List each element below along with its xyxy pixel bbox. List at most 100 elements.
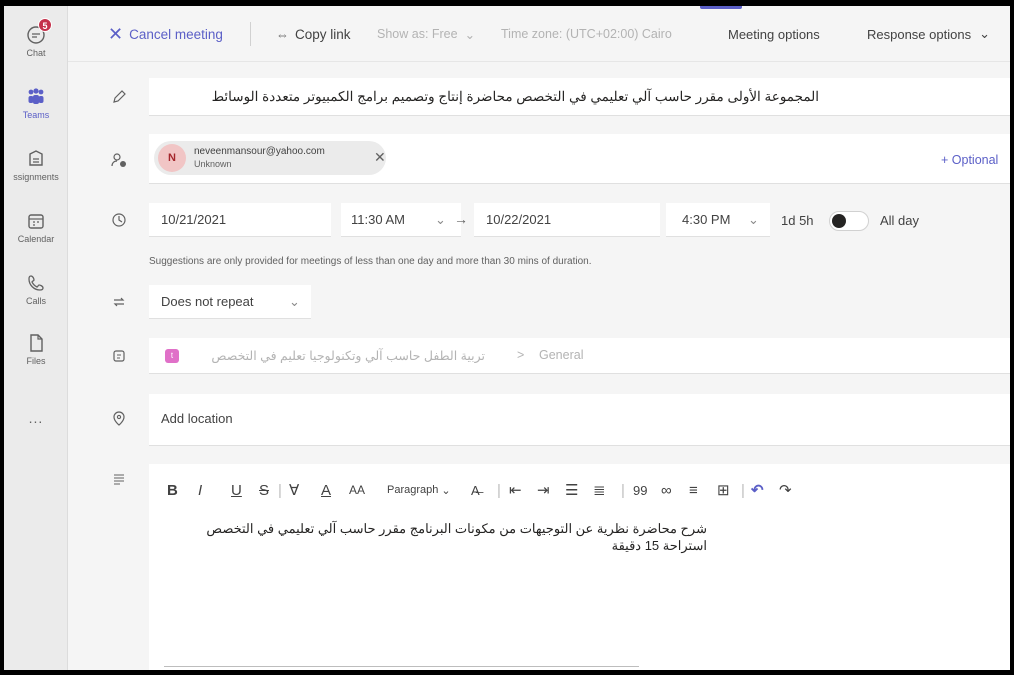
editor-divider: | — [741, 481, 745, 499]
meeting-toolbar: ✕ Cancel meeting ⇔ Copy link Show as: Fr… — [68, 6, 1010, 62]
close-icon: ✕ — [108, 23, 124, 44]
attendees-field[interactable]: N neveenmansour@yahoo.com Unknown ✕ — [149, 134, 1010, 184]
calendar-icon — [28, 214, 44, 229]
cancel-meeting-label: Cancel meeting — [129, 26, 223, 42]
clock-icon — [108, 209, 130, 231]
repeat-dropdown[interactable]: Does not repeat ⌄ — [149, 285, 311, 319]
chevron-down-icon: ⌄ — [748, 212, 759, 227]
body-line-2: استراحة 15 دقيقة — [611, 538, 707, 553]
show-as-dropdown[interactable]: Show as: Free ⌄ — [377, 6, 475, 62]
end-date-picker[interactable]: 10/22/2021 — [474, 203, 660, 237]
meeting-body-text[interactable]: شرح محاضرة نظرية عن التوجيهات من مكونات … — [206, 520, 707, 554]
end-date-value: 10/22/2021 — [486, 212, 552, 227]
rail-chat[interactable]: 5 Chat — [4, 18, 68, 58]
underline-button[interactable]: U — [231, 478, 242, 502]
end-time-value: 4:30 PM — [682, 212, 731, 227]
strikethrough-button[interactable]: S — [259, 478, 269, 502]
rail-calendar-label: Calendar — [17, 234, 55, 244]
remove-attendee-icon[interactable]: ✕ — [374, 149, 386, 166]
rail-assignments[interactable]: ssignments — [4, 148, 68, 182]
horizontal-rule-icon[interactable]: ≡ — [689, 478, 698, 502]
redo-icon[interactable]: ↷ — [779, 478, 792, 502]
italic-button[interactable]: I — [198, 478, 202, 502]
file-icon — [30, 334, 43, 352]
rail-files[interactable]: Files — [4, 332, 68, 366]
body-line-1: شرح محاضرة نظرية عن التوجيهات من مكونات … — [206, 521, 707, 536]
channel-field[interactable]: t تربية الطفل حاسب آلي وتكنولوجيا تعليم … — [149, 338, 1010, 374]
rail-assignments-label: ssignments — [13, 172, 59, 182]
more-apps-icon[interactable]: ... — [4, 410, 68, 426]
cancel-meeting-button[interactable]: ✕ Cancel meeting — [108, 6, 223, 62]
start-date-picker[interactable]: 10/21/2021 — [149, 203, 331, 237]
meeting-title-input[interactable]: المجموعة الأولى مقرر حاسب آلي تعليمي في … — [149, 78, 1010, 116]
editor-divider: | — [278, 481, 282, 499]
rail-calls[interactable]: Calls — [4, 272, 68, 306]
avatar: N — [158, 144, 186, 172]
start-time-dropdown[interactable]: 11:30 AM ⌄ — [341, 203, 461, 237]
copy-link-button[interactable]: ⇔ Copy link — [276, 6, 351, 62]
rail-teams-label: Teams — [22, 110, 50, 120]
suggestion-hint: Suggestions are only provided for meetin… — [149, 256, 592, 267]
font-color-icon[interactable]: A — [321, 478, 331, 502]
channel-separator: > — [517, 348, 525, 362]
font-size-icon[interactable]: AA — [349, 478, 365, 502]
response-options-dropdown[interactable]: Response options ⌄ — [867, 6, 990, 62]
phone-icon — [28, 275, 44, 291]
pencil-icon — [108, 86, 130, 108]
location-input[interactable]: Add location — [149, 394, 1010, 446]
bold-button[interactable]: B — [167, 478, 178, 502]
show-as-label: Show as: Free — [377, 27, 458, 41]
quote-icon[interactable]: 99 — [633, 478, 647, 502]
teams-icon — [28, 88, 44, 104]
channel-icon — [108, 345, 130, 367]
details-icon — [108, 468, 130, 490]
time-zone-dropdown[interactable]: Time zone: (UTC+02:00) Cairo — [501, 6, 672, 62]
channel-team-name: تربية الطفل حاسب آلي وتكنولوجيا تعليم في… — [211, 349, 485, 363]
chat-badge: 5 — [38, 18, 52, 32]
numbered-list-icon[interactable]: ≣ — [593, 478, 606, 502]
editor-divider: | — [621, 481, 625, 499]
start-time-value: 11:30 AM — [351, 212, 405, 227]
add-people-icon — [108, 149, 130, 171]
all-day-toggle[interactable] — [829, 211, 869, 231]
highlight-icon[interactable]: ∀ — [289, 478, 299, 502]
link-icon[interactable]: ∞ — [661, 478, 672, 502]
editor-divider-line — [164, 666, 639, 667]
rail-files-label: Files — [26, 356, 46, 366]
attendee-chip[interactable]: N neveenmansour@yahoo.com Unknown ✕ — [154, 141, 386, 175]
table-icon[interactable]: ⊞ — [717, 478, 730, 502]
time-zone-label: Time zone: (UTC+02:00) Cairo — [501, 27, 672, 41]
app-rail: 5 Chat Teams ssignments Calendar Calls F… — [4, 6, 68, 670]
outdent-icon[interactable]: ⇤ — [509, 478, 522, 502]
assignments-icon — [29, 150, 43, 166]
team-icon: t — [165, 349, 179, 363]
rail-calendar[interactable]: Calendar — [4, 210, 68, 244]
bullet-list-icon[interactable]: ☰ — [565, 478, 578, 502]
paragraph-dropdown[interactable]: Paragraph ⌄ — [387, 478, 451, 502]
response-options-label: Response options — [867, 26, 972, 42]
rail-chat-label: Chat — [26, 48, 46, 58]
meeting-options-label: Meeting options — [728, 26, 820, 42]
rail-teams[interactable]: Teams — [4, 86, 68, 120]
location-placeholder: Add location — [161, 411, 233, 426]
rail-calls-label: Calls — [25, 296, 46, 306]
meeting-options-button[interactable]: Meeting options — [728, 6, 820, 62]
location-icon — [108, 408, 130, 430]
indent-icon[interactable]: ⇥ — [537, 478, 550, 502]
copy-link-label: Copy link — [295, 26, 351, 42]
chevron-down-icon: ⌄ — [979, 26, 990, 41]
toolbar-divider — [250, 22, 251, 46]
chevron-down-icon: ⌄ — [464, 27, 476, 42]
attendee-status: Unknown — [194, 159, 232, 169]
editor-divider: | — [497, 481, 501, 499]
repeat-value: Does not repeat — [161, 294, 254, 309]
add-optional-button[interactable]: + Optional — [941, 153, 998, 167]
arrow-right-icon: → — [454, 211, 468, 227]
all-day-label: All day — [880, 213, 920, 228]
meeting-details-editor[interactable]: B I U S | ∀ A AA Paragraph ⌄ A̶ | ⇤ ⇥ ☰ … — [149, 464, 1010, 670]
repeat-icon — [108, 291, 130, 313]
end-time-dropdown[interactable]: 4:30 PM ⌄ — [666, 203, 770, 237]
clear-format-icon[interactable]: A̶ — [471, 478, 480, 502]
undo-icon[interactable]: ↶ — [751, 478, 764, 502]
channel-name: General — [539, 348, 584, 362]
